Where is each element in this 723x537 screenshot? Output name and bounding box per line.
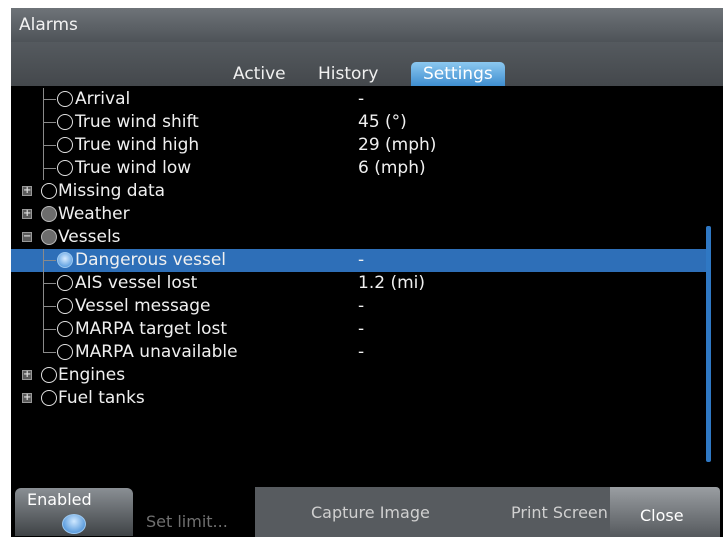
alarm-radio-icon[interactable]: [57, 160, 73, 176]
alarm-radio-icon[interactable]: [41, 206, 57, 222]
alarms-dialog: Alarms Active History Settings Arrival - T…: [11, 8, 723, 537]
alarm-radio-icon[interactable]: [41, 183, 57, 199]
alarm-row[interactable]: True wind high 29 (mph): [11, 134, 711, 157]
print-screen-button[interactable]: Print Screen: [511, 503, 608, 523]
alarm-radio-icon[interactable]: [57, 114, 73, 130]
alarm-value: -: [358, 296, 365, 316]
alarm-value: 6 (mph): [358, 158, 426, 178]
alarm-name: Vessels: [58, 227, 121, 247]
alarm-radio-icon[interactable]: [57, 252, 73, 268]
enabled-toggle-button[interactable]: Enabled: [15, 488, 133, 536]
tree-connector: +: [11, 387, 41, 410]
alarm-row[interactable]: Arrival -: [11, 88, 711, 111]
collapse-icon[interactable]: −: [22, 232, 32, 242]
alarm-name: AIS vessel lost: [75, 273, 198, 293]
tree-connector: [27, 88, 57, 111]
alarm-row[interactable]: + Weather: [11, 203, 711, 226]
alarm-name: True wind shift: [75, 112, 199, 132]
alarm-radio-icon[interactable]: [57, 275, 73, 291]
alarm-row[interactable]: − Vessels: [11, 226, 711, 249]
alarm-name: Vessel message: [75, 296, 211, 316]
expand-icon[interactable]: +: [22, 209, 32, 219]
alarm-row[interactable]: MARPA target lost -: [11, 318, 711, 341]
alarm-radio-icon[interactable]: [57, 344, 73, 360]
expand-icon[interactable]: +: [22, 393, 32, 403]
tree-connector: [27, 249, 57, 272]
alarm-value: -: [358, 250, 365, 270]
tab-history[interactable]: History: [318, 62, 378, 86]
alarm-value: 1.2 (mi): [358, 273, 425, 293]
alarm-name: MARPA target lost: [75, 319, 228, 339]
alarm-row[interactable]: True wind low 6 (mph): [11, 157, 711, 180]
set-limit-button[interactable]: Set limit...: [146, 512, 228, 532]
tree-connector: [27, 295, 57, 318]
alarm-name: Missing data: [58, 181, 166, 201]
alarm-name: Fuel tanks: [58, 388, 145, 408]
alarm-name: True wind low: [75, 158, 192, 178]
alarm-name: Weather: [58, 204, 130, 224]
alarm-radio-icon[interactable]: [57, 91, 73, 107]
alarm-radio-icon[interactable]: [41, 390, 57, 406]
tree-connector: +: [11, 364, 41, 387]
alarm-value: 29 (mph): [358, 135, 437, 155]
tree-connector: [27, 134, 57, 157]
bottom-toolbar: Enabled Set limit... Capture Image Print…: [11, 472, 723, 537]
alarm-list[interactable]: Arrival - True wind shift 45 (°) True wind h…: [11, 86, 723, 470]
alarm-radio-icon[interactable]: [41, 229, 57, 245]
alarm-name: MARPA unavailable: [75, 342, 238, 362]
tree-connector: [27, 272, 57, 295]
enabled-label: Enabled: [27, 490, 92, 509]
tree-connector: [27, 157, 57, 180]
alarm-row[interactable]: MARPA unavailable -: [11, 341, 711, 364]
tab-active[interactable]: Active: [233, 62, 286, 86]
close-button[interactable]: Close: [610, 487, 720, 537]
alarm-row[interactable]: + Fuel tanks: [11, 387, 711, 410]
alarm-row[interactable]: AIS vessel lost 1.2 (mi): [11, 272, 711, 295]
tab-bar: Active History Settings: [11, 42, 723, 86]
tab-settings[interactable]: Settings: [411, 62, 505, 86]
expand-icon[interactable]: +: [22, 370, 32, 380]
alarm-name: Dangerous vessel: [75, 250, 226, 270]
tree-connector: +: [11, 180, 41, 203]
alarm-row[interactable]: Vessel message -: [11, 295, 711, 318]
alarm-value: -: [358, 342, 365, 362]
tree-connector: [27, 341, 57, 364]
alarm-radio-icon[interactable]: [57, 137, 73, 153]
alarm-radio-icon[interactable]: [57, 298, 73, 314]
close-label: Close: [640, 506, 684, 525]
tree-connector: −: [11, 226, 41, 249]
enabled-indicator-icon: [62, 514, 86, 534]
alarm-radio-icon[interactable]: [57, 321, 73, 337]
alarm-radio-icon[interactable]: [41, 367, 57, 383]
window-title: Alarms: [11, 8, 723, 42]
alarm-value: -: [358, 89, 365, 109]
alarm-value: -: [358, 319, 365, 339]
scrollbar[interactable]: [706, 226, 711, 462]
tree-connector: [27, 111, 57, 134]
alarm-value: 45 (°): [358, 112, 407, 132]
alarm-name: Engines: [58, 365, 126, 385]
tree-connector: +: [11, 203, 41, 226]
alarm-row[interactable]: Dangerous vessel -: [11, 249, 711, 272]
capture-image-button[interactable]: Capture Image: [311, 503, 430, 523]
alarm-name: Arrival: [75, 89, 131, 109]
alarm-row[interactable]: + Missing data: [11, 180, 711, 203]
alarm-row[interactable]: + Engines: [11, 364, 711, 387]
alarm-row[interactable]: True wind shift 45 (°): [11, 111, 711, 134]
alarm-name: True wind high: [75, 135, 200, 155]
expand-icon[interactable]: +: [22, 186, 32, 196]
tree-connector: [27, 318, 57, 341]
